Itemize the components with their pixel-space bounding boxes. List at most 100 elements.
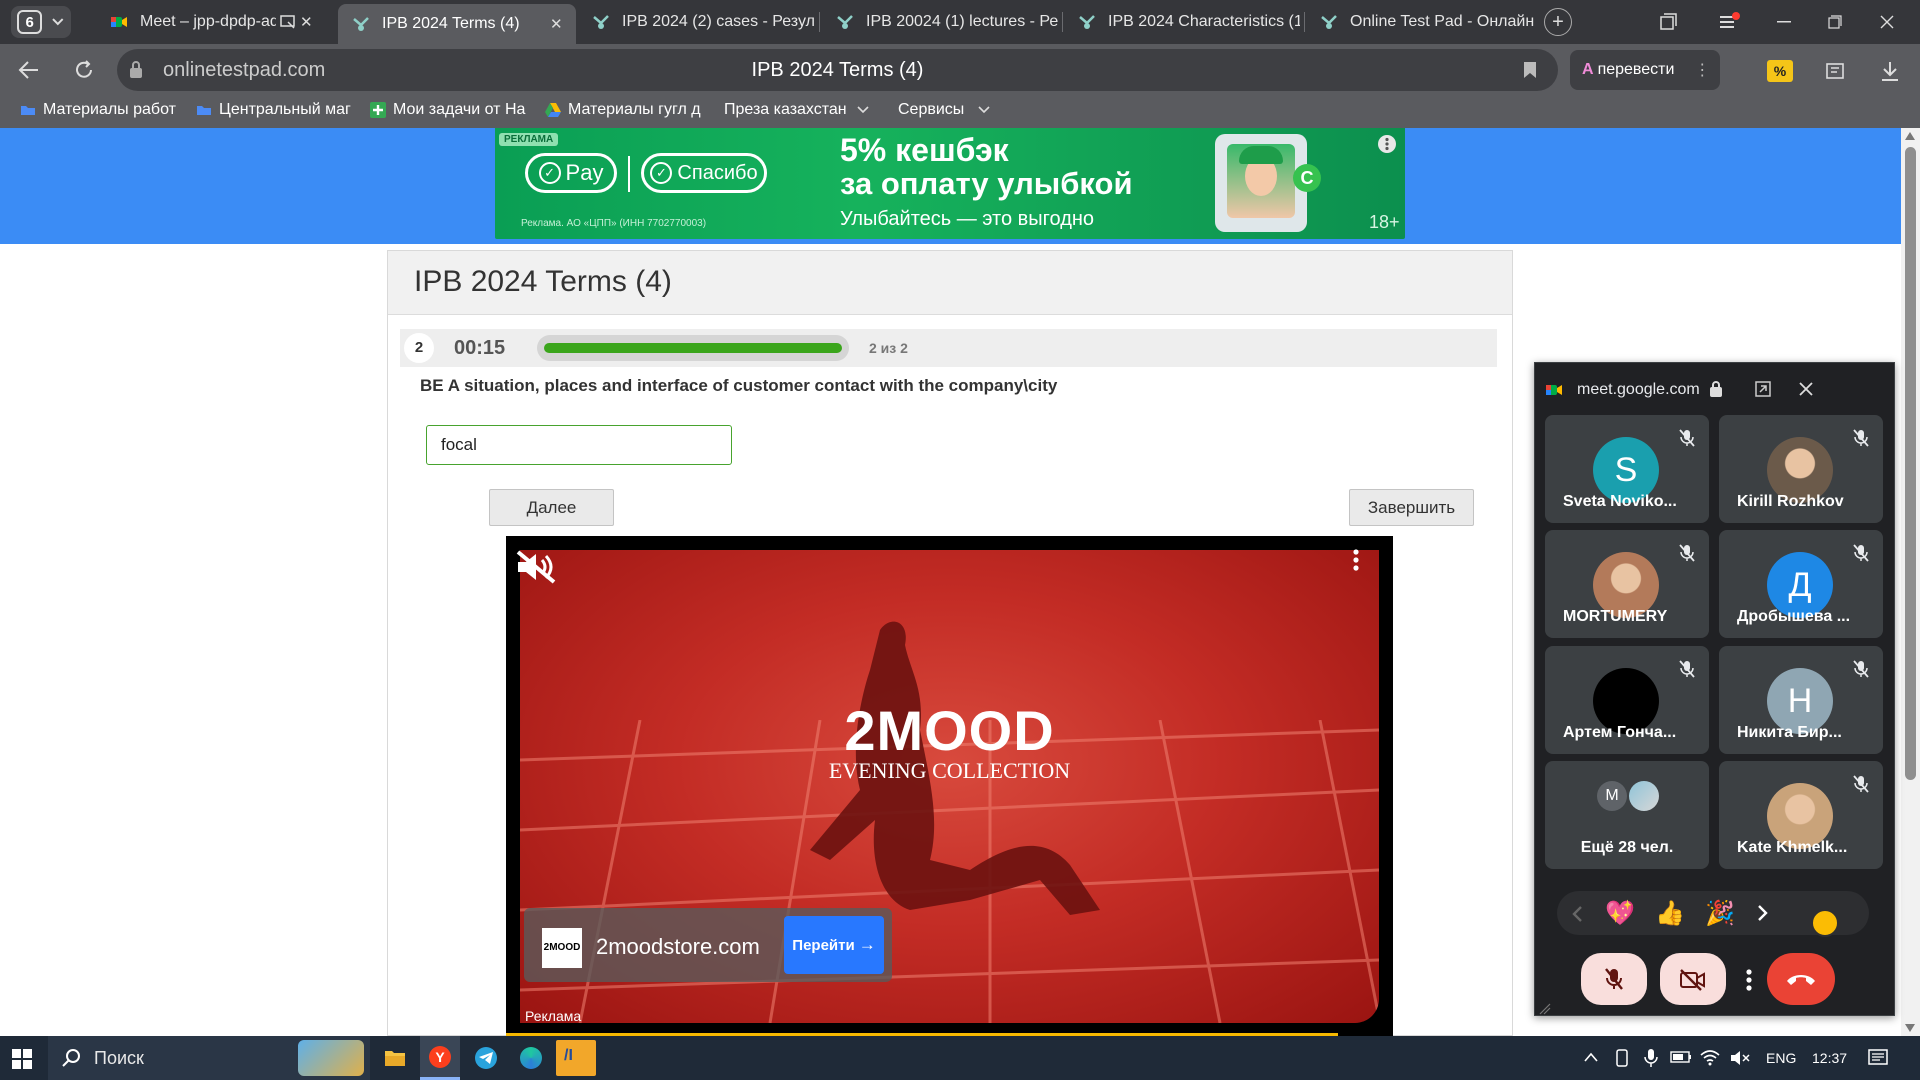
- tasks-plus-icon: [370, 102, 386, 118]
- app-icon: /I: [564, 1047, 573, 1064]
- reaction-heart[interactable]: 💖: [1605, 899, 1635, 928]
- chevron-up-icon[interactable]: [1584, 1052, 1598, 1062]
- translate-button[interactable]: A перевести ⋮: [1570, 50, 1720, 90]
- video-ad[interactable]: 2MOOD EVENING COLLECTION 2MOOD 2moodstor…: [506, 536, 1393, 1036]
- participant-tile[interactable]: М Ещё 28 чел.: [1545, 761, 1709, 869]
- close-icon[interactable]: ✕: [550, 15, 566, 33]
- minimize-icon[interactable]: [1777, 21, 1791, 23]
- finish-button[interactable]: Завершить: [1349, 489, 1474, 526]
- tab-title: Online Test Pad - Онлайн: [1350, 13, 1535, 30]
- next-button[interactable]: Далее: [489, 489, 614, 526]
- reaction-party[interactable]: 🎉: [1705, 899, 1735, 928]
- back-to-tab-icon[interactable]: [1755, 381, 1771, 397]
- participant-tile[interactable]: Н Никита Бир...: [1719, 646, 1883, 754]
- scroll-down-icon[interactable]: [1905, 1024, 1915, 1032]
- participant-tile[interactable]: Д Дробышева ...: [1719, 530, 1883, 638]
- test-title: IPB 2024 Terms (4): [414, 265, 672, 298]
- chevron-down-icon: [857, 106, 869, 114]
- ad-banner[interactable]: РЕКЛАМА ✓ Pay ✓ Спасибо Реклама. АО «ЦПП…: [495, 128, 1405, 239]
- bookmark-item[interactable]: Мои задачи от На: [370, 101, 526, 119]
- ad-cta-card[interactable]: 2MOOD 2moodstore.com Перейти →: [524, 908, 892, 982]
- edge-icon[interactable]: [520, 1047, 542, 1069]
- tab-title: IPB 2024 Characteristics (1): [1108, 13, 1300, 30]
- battery-icon[interactable]: [1670, 1051, 1692, 1063]
- new-tab-button[interactable]: +: [1544, 8, 1572, 36]
- restore-icon[interactable]: [1828, 15, 1842, 29]
- question-number: 2: [404, 333, 434, 363]
- close-window-icon[interactable]: [1880, 15, 1894, 29]
- participant-tile[interactable]: Kirill Rozhkov: [1719, 415, 1883, 523]
- chevron-left-icon[interactable]: [1571, 905, 1583, 923]
- windows-start-icon[interactable]: [12, 1049, 32, 1069]
- tab-ipb-terms[interactable]: IPB 2024 Terms (4) ✕: [338, 4, 576, 44]
- hang-up-icon: [1787, 975, 1815, 985]
- wifi-icon[interactable]: [1700, 1048, 1720, 1066]
- info-icon[interactable]: [1377, 134, 1397, 154]
- participant-tile[interactable]: S Sveta Noviko...: [1545, 415, 1709, 523]
- tab-ipb-cases[interactable]: IPB 2024 (2) cases - Результаты: [578, 4, 814, 40]
- taskbar-app-active[interactable]: /I: [556, 1040, 596, 1076]
- close-icon[interactable]: ✕: [300, 13, 316, 31]
- go-button[interactable]: Перейти →: [784, 916, 884, 974]
- tab-search-button[interactable]: 6: [11, 6, 71, 38]
- mic-off-icon: [1679, 544, 1695, 562]
- more-options-icon[interactable]: [1745, 969, 1753, 991]
- avatar: [1629, 781, 1659, 811]
- google-drive-icon: [545, 103, 561, 117]
- page-scrollbar[interactable]: [1901, 128, 1920, 1036]
- clock[interactable]: 12:37: [1812, 1050, 1847, 1066]
- device-icon[interactable]: [1614, 1049, 1630, 1067]
- file-explorer-icon[interactable]: [384, 1048, 406, 1068]
- reaction-thumbs-up[interactable]: 👍: [1655, 899, 1685, 928]
- chevron-right-icon[interactable]: [1757, 904, 1769, 922]
- camera-toggle-button[interactable]: [1660, 953, 1726, 1005]
- bookmark-folder[interactable]: Преза казахстан: [724, 101, 869, 119]
- bookmark-item[interactable]: Центральный маг: [196, 101, 352, 119]
- participant-name: Kate Khmelk...: [1737, 839, 1848, 856]
- bookmark-icon[interactable]: [1523, 61, 1537, 79]
- taskbar-yandex[interactable]: Y: [420, 1036, 460, 1080]
- cashback-extension-icon[interactable]: %: [1767, 60, 1793, 82]
- ad-legal: Реклама. АО «ЦПП» (ИНН 7702770003): [521, 218, 707, 229]
- back-icon[interactable]: [18, 60, 40, 80]
- muted-icon[interactable]: [514, 550, 558, 584]
- mic-off-icon: [1853, 429, 1869, 447]
- menu-icon[interactable]: [1718, 12, 1740, 32]
- answer-input[interactable]: focal: [426, 425, 732, 465]
- collections-icon[interactable]: [1658, 12, 1678, 32]
- microphone-icon[interactable]: [1644, 1048, 1658, 1068]
- more-icon[interactable]: ⋮: [1694, 60, 1710, 80]
- download-icon[interactable]: [1880, 60, 1900, 82]
- emoji-picker-icon[interactable]: [1811, 909, 1839, 937]
- address-bar[interactable]: onlinetestpad.com IPB 2024 Terms (4): [117, 49, 1558, 91]
- volume-muted-icon[interactable]: [1730, 1049, 1750, 1067]
- language-indicator[interactable]: ENG: [1766, 1050, 1796, 1066]
- participant-name: Артем Гонча...: [1563, 724, 1677, 741]
- progress-bar: [537, 335, 849, 361]
- resize-handle-icon[interactable]: [1539, 1003, 1551, 1015]
- more-vert-icon[interactable]: [1352, 548, 1360, 572]
- mic-toggle-button[interactable]: [1581, 953, 1647, 1005]
- collections-panel-icon[interactable]: [1825, 60, 1847, 82]
- participant-name: Sveta Noviko...: [1563, 493, 1677, 510]
- bookmark-item[interactable]: Материалы работ: [20, 101, 178, 119]
- tab-ipb-lectures[interactable]: IPB 20024 (1) lectures - Результаты: [822, 4, 1058, 40]
- notifications-icon[interactable]: [1868, 1048, 1888, 1068]
- bookmark-item[interactable]: Материалы гугл д: [545, 101, 705, 119]
- meet-domain: meet.google.com: [1577, 381, 1700, 398]
- participant-name: MORTUMERY: [1563, 608, 1668, 625]
- scroll-thumb[interactable]: [1905, 147, 1916, 780]
- scroll-up-icon[interactable]: [1905, 132, 1915, 140]
- close-icon[interactable]: [1798, 381, 1814, 397]
- tab-ipb-characteristics[interactable]: IPB 2024 Characteristics (1): [1064, 4, 1300, 40]
- participant-tile[interactable]: Kate Khmelk...: [1719, 761, 1883, 869]
- bookmark-folder[interactable]: Сервисы: [898, 101, 990, 119]
- taskbar-search[interactable]: Поиск: [48, 1036, 370, 1080]
- participant-tile[interactable]: MORTUMERY: [1545, 530, 1709, 638]
- tab-online-test-pad[interactable]: Online Test Pad - Онлайн: [1306, 4, 1536, 40]
- tab-meet[interactable]: Meet – jpp-dpdp-aqx ✕: [96, 4, 326, 40]
- leave-call-button[interactable]: [1767, 953, 1835, 1005]
- reload-icon[interactable]: [73, 59, 95, 81]
- telegram-icon[interactable]: [475, 1047, 497, 1069]
- participant-tile[interactable]: Артем Гонча...: [1545, 646, 1709, 754]
